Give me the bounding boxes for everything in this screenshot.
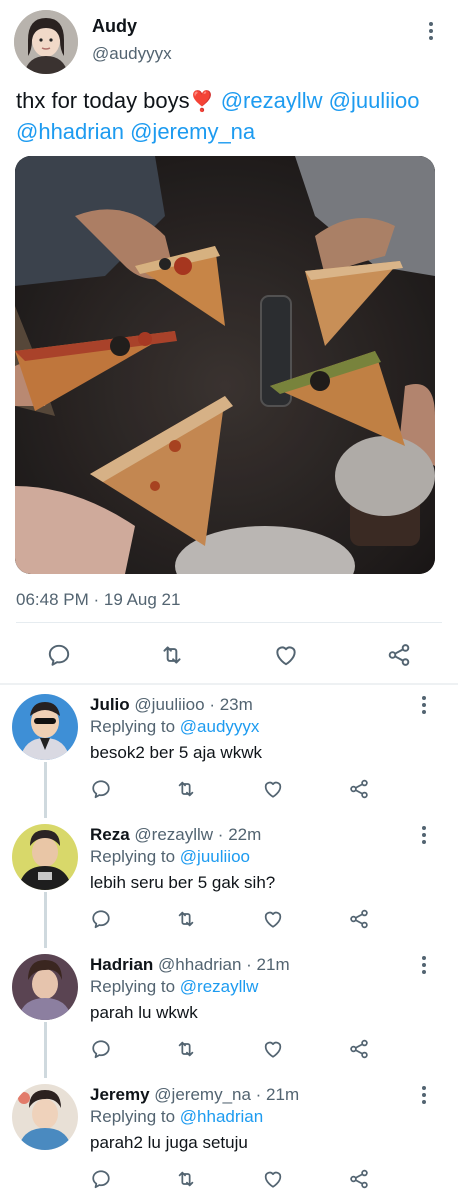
replying-label: Replying to (90, 717, 176, 736)
reply-author-name[interactable]: Jeremy (90, 1085, 150, 1104)
more-options-icon[interactable] (418, 826, 430, 846)
retweet-icon[interactable] (171, 1164, 201, 1194)
heart-exclamation-emoji: ❣️ (189, 91, 215, 113)
mention-link[interactable]: @rezayllw (221, 88, 323, 113)
share-icon[interactable] (344, 1164, 374, 1194)
retweet-icon[interactable] (171, 904, 201, 934)
retweet-icon[interactable] (171, 774, 201, 804)
like-icon[interactable] (258, 774, 288, 804)
tweet-text: thx for today boys❣️ @rezayllw @juuliioo… (16, 86, 446, 146)
reply-text: parah lu wkwk (90, 1003, 198, 1022)
reply-author-name[interactable]: Hadrian (90, 955, 153, 974)
author-handle[interactable]: @audyyyx (92, 44, 172, 64)
replying-label: Replying to (90, 847, 176, 866)
mention-link[interactable]: @juuliioo (329, 88, 420, 113)
reply-meta: @rezayllw · 22m (134, 825, 262, 844)
reply-icon[interactable] (86, 774, 116, 804)
reply-item[interactable]: Reza @rezayllw · 22m Replying to @juulii… (0, 816, 458, 948)
more-options-icon[interactable] (418, 956, 430, 976)
reply-avatar[interactable] (12, 1084, 78, 1150)
tweet-text-intro: thx for today boys (16, 88, 190, 113)
replying-to: Replying to @audyyyx (90, 717, 259, 737)
reply-meta: @hhadrian · 21m (158, 955, 290, 974)
reply-author-name[interactable]: Julio (90, 695, 130, 714)
replying-to: Replying to @hhadrian (90, 1107, 263, 1127)
tweet-timestamp[interactable]: 06:48 PM · 19 Aug 21 (16, 590, 180, 610)
divider (16, 622, 442, 623)
reply-actions (0, 774, 458, 804)
replying-label: Replying to (90, 977, 176, 996)
tweet-actions (0, 630, 458, 680)
like-icon[interactable] (258, 904, 288, 934)
reply-actions (0, 904, 458, 934)
section-divider (0, 683, 458, 685)
reply-item[interactable]: Hadrian @hhadrian · 21m Replying to @rez… (0, 946, 458, 1078)
reply-text: parah2 lu juga setuju (90, 1133, 248, 1152)
reply-actions (0, 1164, 458, 1194)
reply-avatar[interactable] (12, 954, 78, 1020)
like-icon[interactable] (258, 1164, 288, 1194)
replying-to-link[interactable]: @juuliioo (180, 847, 250, 866)
reply-meta: @jeremy_na · 21m (154, 1085, 300, 1104)
reply-meta: @juuliioo · 23m (134, 695, 253, 714)
share-icon[interactable] (344, 1034, 374, 1064)
reply-avatar[interactable] (12, 824, 78, 890)
like-icon[interactable] (271, 640, 301, 670)
more-options-icon[interactable] (424, 22, 438, 44)
retweet-icon[interactable] (171, 1034, 201, 1064)
replying-to-link[interactable]: @hhadrian (180, 1107, 263, 1126)
replying-to: Replying to @juuliioo (90, 847, 250, 867)
mention-link[interactable]: @hhadrian (16, 119, 124, 144)
more-options-icon[interactable] (418, 1086, 430, 1106)
reply-actions (0, 1034, 458, 1064)
reply-icon[interactable] (86, 1034, 116, 1064)
replying-to-link[interactable]: @audyyyx (180, 717, 260, 736)
reply-item[interactable]: Julio @juuliioo · 23m Replying to @audyy… (0, 686, 458, 818)
mention-link[interactable]: @jeremy_na (130, 119, 255, 144)
replying-to-link[interactable]: @rezayllw (180, 977, 259, 996)
share-icon[interactable] (384, 640, 414, 670)
main-tweet: Audy @audyyyx thx for today boys❣️ @reza… (0, 0, 458, 685)
more-options-icon[interactable] (418, 696, 430, 716)
retweet-icon[interactable] (157, 640, 187, 670)
like-icon[interactable] (258, 1034, 288, 1064)
reply-header: Hadrian @hhadrian · 21m (90, 955, 290, 975)
reply-avatar[interactable] (12, 694, 78, 760)
reply-icon[interactable] (86, 904, 116, 934)
replying-label: Replying to (90, 1107, 176, 1126)
replying-to: Replying to @rezayllw (90, 977, 258, 997)
reply-icon[interactable] (44, 640, 74, 670)
reply-item[interactable]: Jeremy @jeremy_na · 21m Replying to @hha… (0, 1076, 458, 1200)
reply-author-name[interactable]: Reza (90, 825, 130, 844)
share-icon[interactable] (344, 774, 374, 804)
share-icon[interactable] (344, 904, 374, 934)
reply-icon[interactable] (86, 1164, 116, 1194)
pizza-photo-icon (15, 156, 435, 574)
reply-text: besok2 ber 5 aja wkwk (90, 743, 262, 762)
reply-header: Julio @juuliioo · 23m (90, 695, 253, 715)
reply-header: Jeremy @jeremy_na · 21m (90, 1085, 299, 1105)
reply-text: lebih seru ber 5 gak sih? (90, 873, 276, 892)
author-name[interactable]: Audy (92, 16, 137, 37)
tweet-photo[interactable] (15, 156, 435, 574)
author-avatar[interactable] (14, 10, 78, 74)
reply-header: Reza @rezayllw · 22m (90, 825, 261, 845)
